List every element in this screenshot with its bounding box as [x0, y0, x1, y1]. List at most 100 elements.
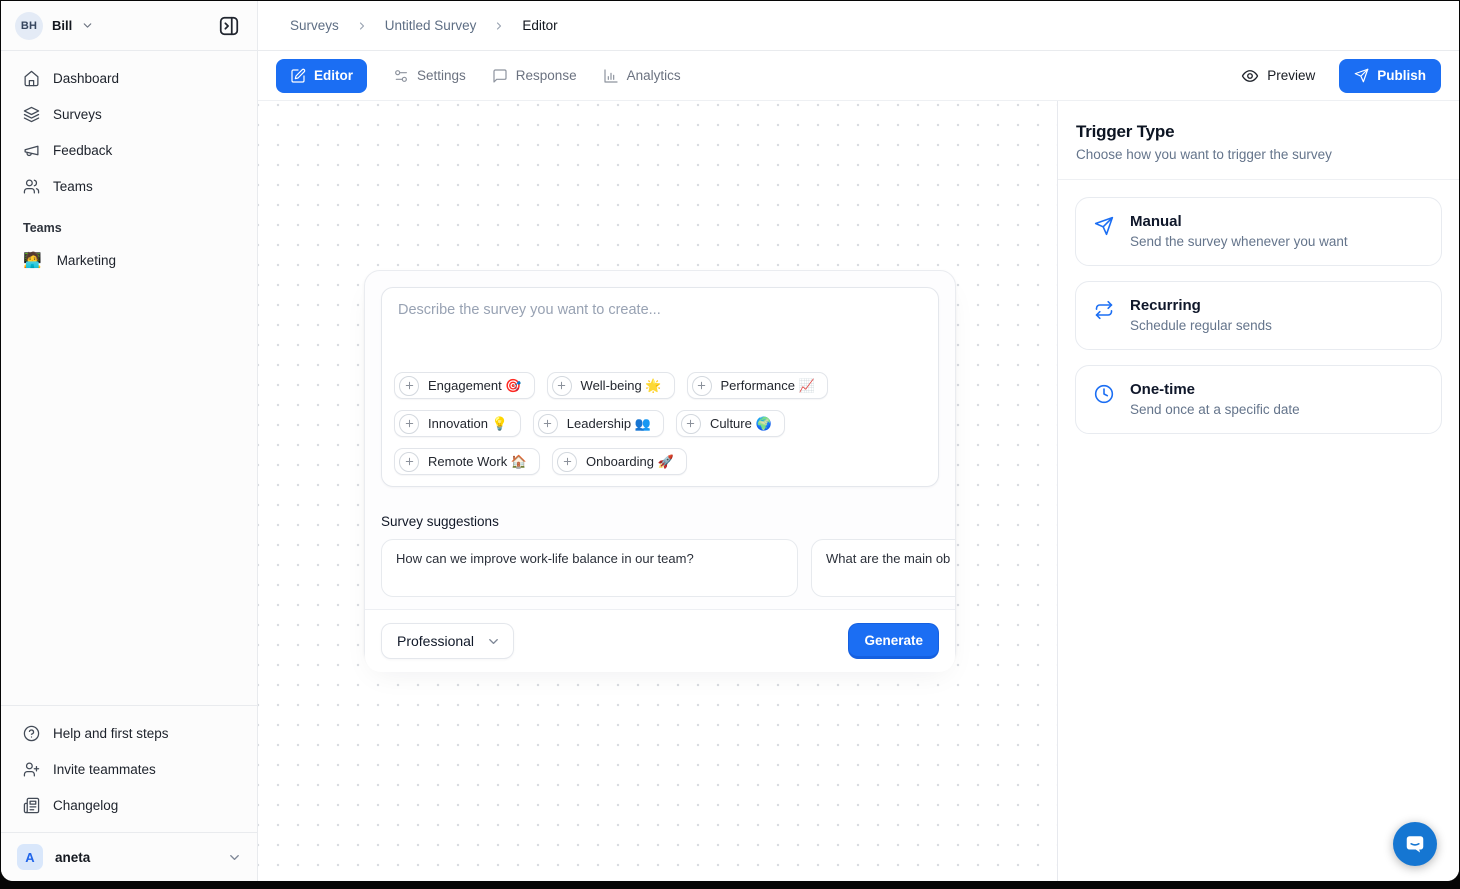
trigger-option-title: Manual — [1130, 213, 1348, 230]
chevron-down-icon — [227, 850, 242, 865]
bar-chart-icon — [603, 68, 619, 84]
plus-icon — [399, 376, 419, 396]
user-avatar: A — [17, 844, 43, 870]
tab-editor[interactable]: Editor — [276, 59, 367, 93]
sidebar-item-label: Surveys — [53, 107, 102, 122]
tab-label: Analytics — [627, 68, 681, 83]
breadcrumb-untitled-survey[interactable]: Untitled Survey — [385, 18, 477, 33]
topic-chip-culture[interactable]: Culture 🌍 — [676, 410, 785, 437]
breadcrumb-surveys[interactable]: Surveys — [290, 18, 339, 33]
tone-select[interactable]: Professional — [381, 623, 514, 659]
sidebar-item-label: Teams — [53, 179, 93, 194]
layers-icon — [23, 106, 40, 123]
panel-title: Trigger Type — [1076, 122, 1439, 142]
teams-section-label: Teams — [1, 203, 257, 243]
preview-button[interactable]: Preview — [1235, 66, 1321, 86]
chevron-down-icon — [81, 19, 94, 32]
trigger-option-recurring[interactable]: Recurring Schedule regular sends — [1075, 281, 1442, 350]
plus-icon — [399, 414, 419, 434]
main-area: Surveys Untitled Survey Editor Editor — [258, 1, 1459, 881]
tab-response[interactable]: Response — [492, 68, 577, 84]
trigger-option-text: One-time Send once at a specific date — [1130, 381, 1300, 417]
message-square-icon — [492, 68, 508, 84]
tone-value: Professional — [397, 633, 474, 649]
trigger-option-title: One-time — [1130, 381, 1300, 398]
trigger-panel-header: Trigger Type Choose how you want to trig… — [1058, 101, 1459, 180]
trigger-option-text: Recurring Schedule regular sends — [1130, 297, 1272, 333]
teams-list: 🧑‍💻 Marketing — [1, 243, 257, 277]
plus-icon — [681, 414, 701, 434]
trigger-option-description: Send the survey whenever you want — [1130, 234, 1348, 249]
breadcrumb-editor: Editor — [522, 18, 557, 33]
trigger-option-manual[interactable]: Manual Send the survey whenever you want — [1075, 197, 1442, 266]
sidebar-item-team-marketing[interactable]: 🧑‍💻 Marketing — [11, 243, 247, 277]
trigger-option-description: Schedule regular sends — [1130, 318, 1272, 333]
megaphone-icon — [23, 142, 40, 159]
topic-chip-onboarding[interactable]: Onboarding 🚀 — [552, 448, 687, 475]
tab-label: Response — [516, 68, 577, 83]
sidebar: BH Bill Dashboard Surv — [1, 1, 258, 881]
suggestion-card[interactable]: What are the main ob — [811, 539, 955, 597]
tab-settings[interactable]: Settings — [393, 68, 466, 84]
sidebar-item-feedback[interactable]: Feedback — [11, 133, 247, 167]
sidebar-item-label: Changelog — [53, 798, 118, 813]
plus-icon — [552, 376, 572, 396]
repeat-icon — [1094, 300, 1114, 320]
trigger-type-panel: Trigger Type Choose how you want to trig… — [1057, 101, 1459, 881]
sidebar-item-dashboard[interactable]: Dashboard — [11, 61, 247, 95]
tab-analytics[interactable]: Analytics — [603, 68, 681, 84]
sidebar-footer-nav: Help and first steps Invite teammates Ch… — [1, 705, 257, 832]
sidebar-item-teams[interactable]: Teams — [11, 169, 247, 203]
panel-collapse-icon — [218, 15, 240, 37]
sidebar-item-label: Invite teammates — [53, 762, 156, 777]
topic-chip-remote-work[interactable]: Remote Work 🏠 — [394, 448, 540, 475]
editor-canvas: Engagement 🎯 Well-being 🌟 Performance 📈 — [258, 101, 1057, 881]
topic-chip-label: Culture 🌍 — [710, 416, 772, 432]
newspaper-icon — [23, 797, 40, 814]
square-pen-icon — [290, 68, 306, 84]
trigger-option-title: Recurring — [1130, 297, 1272, 314]
topic-chip-engagement[interactable]: Engagement 🎯 — [394, 372, 535, 399]
sidebar-item-help[interactable]: Help and first steps — [11, 716, 247, 750]
trigger-option-one-time[interactable]: One-time Send once at a specific date — [1075, 365, 1442, 434]
suggestions-label: Survey suggestions — [381, 514, 939, 529]
topic-chip-label: Leadership 👥 — [567, 416, 651, 432]
team-emoji-icon: 🧑‍💻 — [23, 253, 42, 268]
workspace-avatar: BH — [15, 12, 43, 40]
toolbar-actions: Preview Publish — [1235, 59, 1441, 93]
collapse-sidebar-button[interactable] — [214, 11, 244, 41]
suggestion-card[interactable]: How can we improve work-life balance in … — [381, 539, 798, 597]
plus-icon — [692, 376, 712, 396]
workspace-name: Bill — [52, 18, 72, 33]
sidebar-item-label: Dashboard — [53, 71, 119, 86]
topic-chip-performance[interactable]: Performance 📈 — [687, 372, 828, 399]
chevron-down-icon — [486, 634, 501, 649]
plus-icon — [399, 452, 419, 472]
ai-composer-card: Engagement 🎯 Well-being 🌟 Performance 📈 — [364, 270, 956, 667]
topic-chip-label: Innovation 💡 — [428, 416, 508, 432]
topic-chip-innovation[interactable]: Innovation 💡 — [394, 410, 521, 437]
topic-chip-leadership[interactable]: Leadership 👥 — [533, 410, 664, 437]
trigger-options: Manual Send the survey whenever you want… — [1058, 180, 1459, 451]
send-icon — [1094, 216, 1114, 236]
sidebar-item-surveys[interactable]: Surveys — [11, 97, 247, 131]
workspace-switcher[interactable]: BH Bill — [1, 1, 257, 51]
topic-chip-well-being[interactable]: Well-being 🌟 — [547, 372, 675, 399]
plus-icon — [538, 414, 558, 434]
sidebar-item-invite[interactable]: Invite teammates — [11, 752, 247, 786]
plus-icon — [557, 452, 577, 472]
home-icon — [23, 70, 40, 87]
chevron-right-icon — [493, 20, 505, 32]
generate-button[interactable]: Generate — [848, 623, 939, 659]
topic-chip-label: Performance 📈 — [721, 378, 815, 394]
send-icon — [1354, 68, 1369, 83]
chat-launcher-button[interactable] — [1393, 822, 1437, 866]
sidebar-nav: Dashboard Surveys Feedback Teams — [1, 51, 257, 203]
user-menu[interactable]: A aneta — [1, 832, 257, 881]
suggestions-row: How can we improve work-life balance in … — [381, 539, 955, 597]
sidebar-item-changelog[interactable]: Changelog — [11, 788, 247, 822]
publish-button[interactable]: Publish — [1339, 59, 1441, 93]
sliders-icon — [393, 68, 409, 84]
team-label: Marketing — [57, 253, 116, 268]
help-circle-icon — [23, 725, 40, 742]
